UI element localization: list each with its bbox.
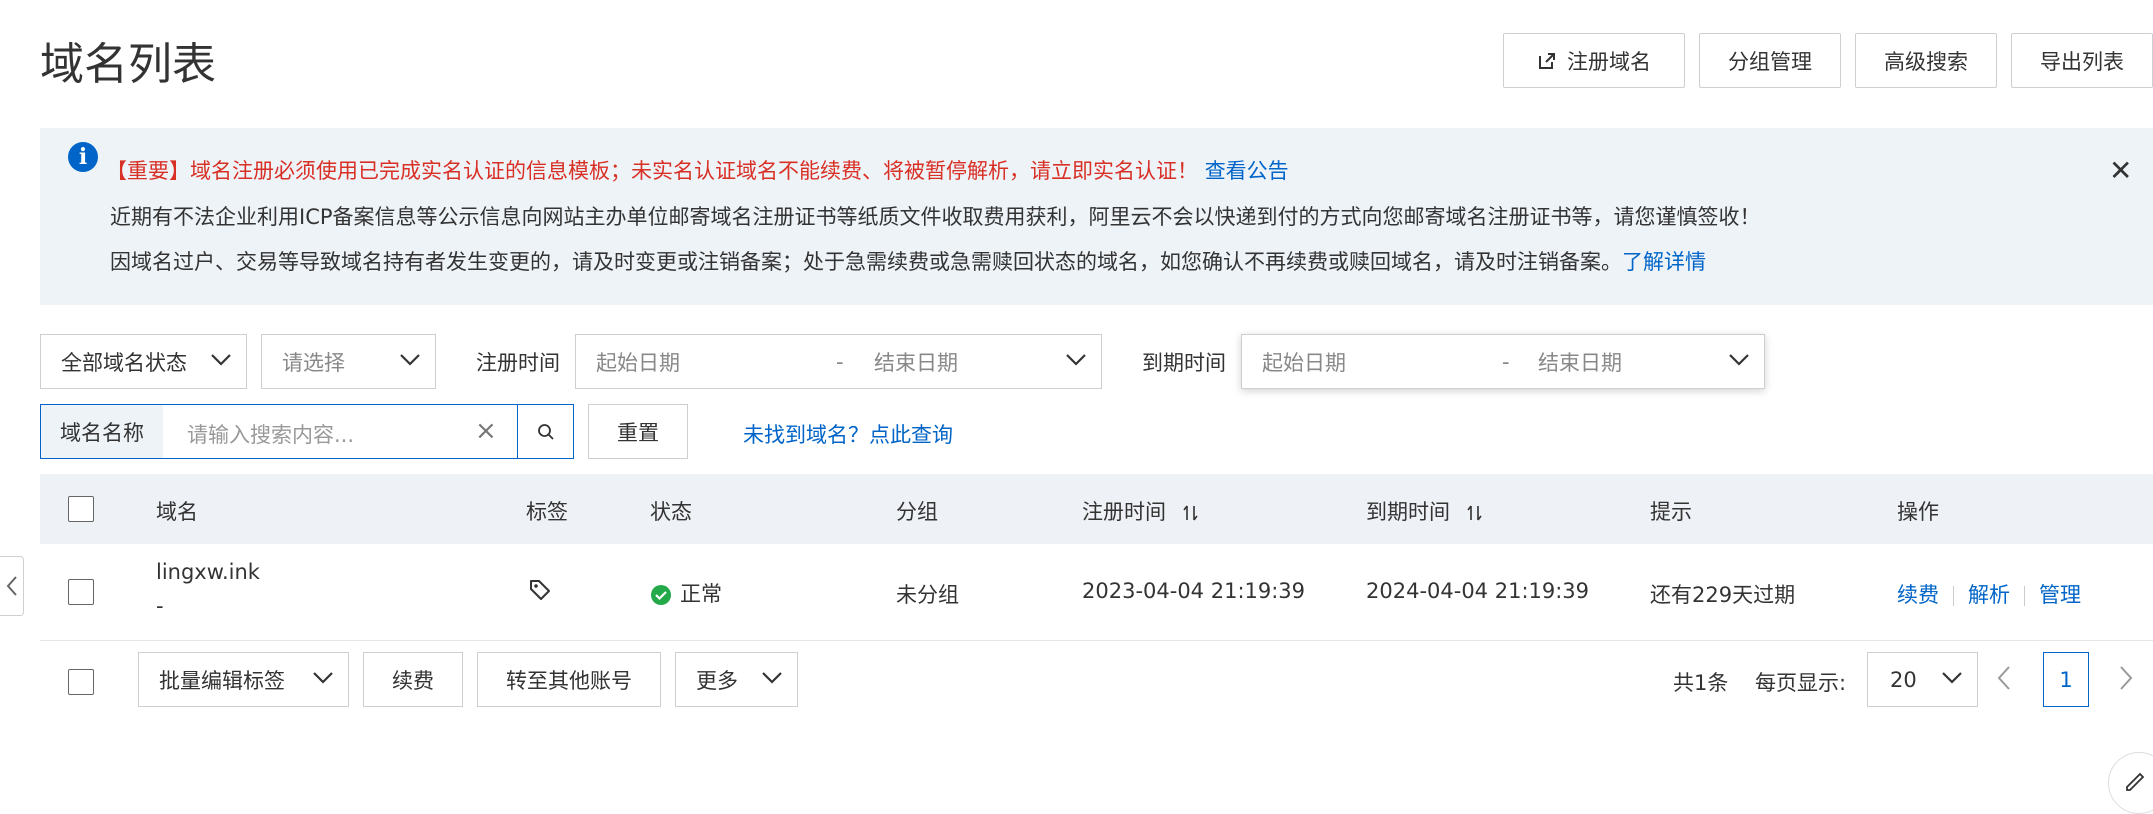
sort-icon (1183, 505, 1198, 521)
edit-icon (2126, 772, 2145, 791)
learn-more-link[interactable]: 了解详情 (1622, 250, 1706, 274)
chevron-left-icon (6, 576, 17, 596)
reg-date-range[interactable]: 起始日期 - 结束日期 (575, 334, 1102, 389)
transfer-account-button[interactable]: 转至其他账号 (477, 652, 661, 707)
search-button[interactable] (517, 405, 574, 458)
row-actions: 续费 解析 管理 (1897, 579, 2081, 609)
register-domain-button[interactable]: 注册域名 (1503, 33, 1685, 88)
notice-banner: i 【重要】域名注册必须使用已完成实名认证的信息模板；未实名认证域名不能续费、将… (40, 128, 2153, 305)
row-checkbox[interactable] (68, 579, 94, 605)
status-text: 正常 (680, 582, 722, 606)
clear-icon[interactable]: × (475, 416, 497, 446)
search-field-select[interactable]: 域名名称 (41, 405, 163, 458)
notice-icp-text: 因域名过户、交易等导致域名持有者发生变更的，请及时变更或注销备案；处于急需续费或… (110, 250, 1622, 274)
register-domain-label: 注册域名 (1567, 49, 1651, 74)
domain-link[interactable]: lingxw.ink (156, 560, 260, 584)
dns-action[interactable]: 解析 (1968, 583, 2010, 607)
per-page-value: 20 (1890, 667, 1917, 692)
header-domain: 域名 (156, 500, 198, 524)
status-badge: 正常 (650, 578, 722, 608)
bulk-select-checkbox[interactable] (68, 669, 94, 695)
group-cell: 未分组 (896, 583, 959, 607)
header-reg-time[interactable]: 注册时间 (1082, 496, 1201, 526)
external-link-icon (1539, 52, 1555, 69)
notice-line-fraud: 近期有不法企业利用ICP备案信息等公示信息向网站主办单位邮寄域名注册证书等纸质文… (110, 205, 1761, 229)
bulk-renew-button[interactable]: 续费 (363, 652, 463, 707)
domain-search-box: 域名名称 请输入搜索内容... × (40, 404, 574, 459)
renew-action[interactable]: 续费 (1897, 583, 1939, 607)
bulk-edit-tags-select[interactable]: 批量编辑标签 (138, 652, 349, 707)
group-manage-button[interactable]: 分组管理 (1699, 33, 1841, 88)
reg-time-label: 注册时间 (476, 351, 560, 375)
feedback-button[interactable] (2108, 752, 2153, 814)
check-circle-icon (651, 585, 671, 605)
not-found-query-link[interactable]: 未找到域名？点此查询 (743, 419, 953, 449)
more-select[interactable]: 更多 (675, 652, 798, 707)
date-separator: - (836, 349, 844, 374)
exp-time-label: 到期时间 (1142, 351, 1226, 375)
chevron-down-icon (1729, 354, 1749, 366)
reset-button[interactable]: 重置 (588, 404, 688, 459)
per-page-label: 每页显示: (1755, 671, 1847, 695)
header-action: 操作 (1897, 500, 1939, 524)
exp-end-date[interactable]: 结束日期 (1538, 347, 1622, 377)
prev-page-button[interactable] (1996, 664, 2012, 696)
header-reg-time-label: 注册时间 (1082, 500, 1166, 524)
export-list-button[interactable]: 导出列表 (2011, 33, 2153, 88)
chevron-down-icon (313, 672, 333, 684)
notice-line-important: 【重要】域名注册必须使用已完成实名认证的信息模板；未实名认证域名不能续费、将被暂… (106, 155, 1289, 185)
exp-start-date[interactable]: 起始日期 (1262, 347, 1346, 377)
exp-date-range[interactable]: 起始日期 - 结束日期 (1241, 334, 1765, 389)
manage-action[interactable]: 管理 (2039, 583, 2081, 607)
header-exp-time-label: 到期时间 (1366, 500, 1450, 524)
bulk-edit-tags-label: 批量编辑标签 (159, 668, 285, 693)
per-page-select[interactable]: 20 (1867, 652, 1978, 707)
select-all-checkbox[interactable] (68, 496, 94, 522)
divider (1953, 586, 1954, 606)
chevron-down-icon (400, 354, 420, 366)
divider (2024, 586, 2025, 606)
collapse-sidebar-toggle[interactable] (0, 556, 24, 616)
tag-icon[interactable] (528, 578, 552, 606)
exp-time-cell: 2024-04-04 21:19:39 (1366, 579, 1590, 603)
chevron-down-icon (1066, 354, 1086, 366)
chevron-left-icon (1997, 666, 2010, 690)
chevron-down-icon (211, 354, 231, 366)
chevron-right-icon (2120, 666, 2133, 690)
domain-status-value: 全部域名状态 (61, 350, 187, 375)
search-input[interactable]: 请输入搜索内容... (187, 419, 354, 449)
next-page-button[interactable] (2118, 664, 2134, 696)
chevron-down-icon (1942, 672, 1962, 684)
tag-select[interactable]: 请选择 (261, 334, 436, 389)
hint-cell: 还有229天过期 (1650, 583, 1796, 607)
reg-time-cell: 2023-04-04 21:19:39 (1082, 579, 1306, 603)
chevron-down-icon (762, 672, 782, 684)
header-exp-time[interactable]: 到期时间 (1366, 496, 1485, 526)
search-icon (538, 423, 554, 440)
info-icon: i (68, 142, 98, 172)
domain-status-select[interactable]: 全部域名状态 (40, 334, 247, 389)
date-separator: - (1502, 349, 1510, 374)
header-tag: 标签 (526, 500, 568, 524)
tag-select-placeholder: 请选择 (282, 350, 345, 375)
total-count: 共1条 (1673, 671, 1729, 695)
table-row: lingxw.ink - 正常 未分组 2023-04-04 21:19:39 … (40, 544, 2153, 641)
header-group: 分组 (896, 500, 938, 524)
sort-icon (1467, 505, 1482, 521)
reg-end-date[interactable]: 结束日期 (874, 347, 958, 377)
header-status: 状态 (650, 500, 692, 524)
reg-start-date[interactable]: 起始日期 (596, 347, 680, 377)
page-1-button[interactable]: 1 (2043, 652, 2089, 707)
table-header: 域名 标签 状态 分组 注册时间 到期时间 提示 操作 (40, 474, 2153, 544)
more-label: 更多 (696, 668, 738, 693)
advanced-search-button[interactable]: 高级搜索 (1855, 33, 1997, 88)
notice-line-icp: 因域名过户、交易等导致域名持有者发生变更的，请及时变更或注销备案；处于急需续费或… (110, 246, 1706, 276)
close-icon[interactable]: ✕ (2109, 154, 2132, 187)
notice-important-text: 【重要】域名注册必须使用已完成实名认证的信息模板；未实名认证域名不能续费、将被暂… (106, 159, 1198, 183)
view-announcement-link[interactable]: 查看公告 (1205, 159, 1289, 183)
header-hint: 提示 (1650, 500, 1692, 524)
page-title: 域名列表 (40, 39, 216, 90)
domain-subtext: - (156, 594, 164, 618)
